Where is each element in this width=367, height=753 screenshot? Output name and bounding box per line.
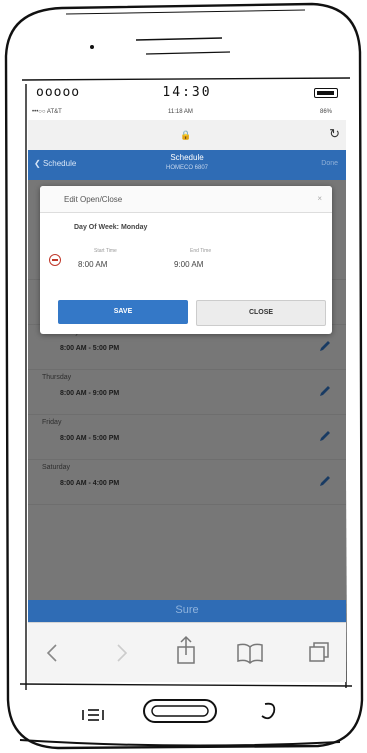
share-icon[interactable] bbox=[177, 635, 195, 664]
page-subtitle: HOMECO 6807 bbox=[165, 165, 208, 171]
tabs-icon[interactable] bbox=[309, 642, 329, 662]
day-of-week-label: Day Of Week: Monday bbox=[74, 224, 148, 231]
back-gesture-icon[interactable] bbox=[261, 702, 276, 720]
page-title: Schedule bbox=[170, 153, 204, 162]
back-chevron-icon[interactable] bbox=[46, 644, 57, 662]
camera-dot-icon bbox=[90, 45, 94, 49]
app-footer: Sure bbox=[28, 600, 346, 622]
brand-logo: Sure bbox=[175, 604, 199, 616]
browser-toolbar bbox=[28, 622, 346, 682]
battery-percent: 86% bbox=[319, 109, 332, 115]
ios-clock: 11:18 AM bbox=[168, 109, 193, 115]
reload-icon[interactable]: ↻ bbox=[329, 126, 340, 142]
start-time-label: Start Time bbox=[94, 248, 117, 254]
edit-open-close-dialog: Edit Open/Close × Day Of Week: Monday St… bbox=[40, 186, 332, 334]
end-time-field[interactable]: 9:00 AM bbox=[174, 260, 203, 269]
toolbar-icons bbox=[46, 635, 329, 665]
end-time-label: End Time bbox=[190, 248, 212, 254]
browser-url-bar[interactable]: 🔒 ↻ bbox=[28, 120, 346, 151]
dialog-header: Edit Open/Close × bbox=[40, 186, 332, 213]
dialog-close-icon[interactable]: × bbox=[317, 194, 322, 203]
done-button[interactable]: Done bbox=[321, 160, 338, 167]
menu-icon[interactable] bbox=[82, 709, 104, 721]
dialog-title: Edit Open/Close bbox=[64, 195, 123, 204]
start-time-field[interactable]: 8:00 AM bbox=[78, 260, 107, 269]
phone-screen: ooooo 14:30 •••○○ AT&T 11:18 AM 86% 🔒 ↻ … bbox=[28, 82, 346, 682]
app-header: ❮ Schedule Schedule HOMECO 6807 Done bbox=[28, 150, 346, 180]
ios-status-bar: •••○○ AT&T 11:18 AM 86% bbox=[28, 106, 346, 120]
save-button[interactable]: SAVE bbox=[58, 300, 188, 324]
carrier-label: •••○○ AT&T bbox=[32, 109, 62, 115]
battery-icon bbox=[314, 88, 338, 98]
sketch-status-bar: ooooo 14:30 bbox=[28, 82, 346, 102]
forward-icon[interactable] bbox=[117, 644, 128, 662]
sketch-clock: 14:30 bbox=[162, 85, 212, 100]
close-button[interactable]: CLOSE bbox=[196, 300, 326, 326]
remove-icon[interactable] bbox=[49, 254, 61, 266]
home-button-icon[interactable] bbox=[143, 699, 217, 723]
bookmarks-icon[interactable] bbox=[237, 643, 263, 665]
lock-icon: 🔒 bbox=[180, 130, 192, 140]
